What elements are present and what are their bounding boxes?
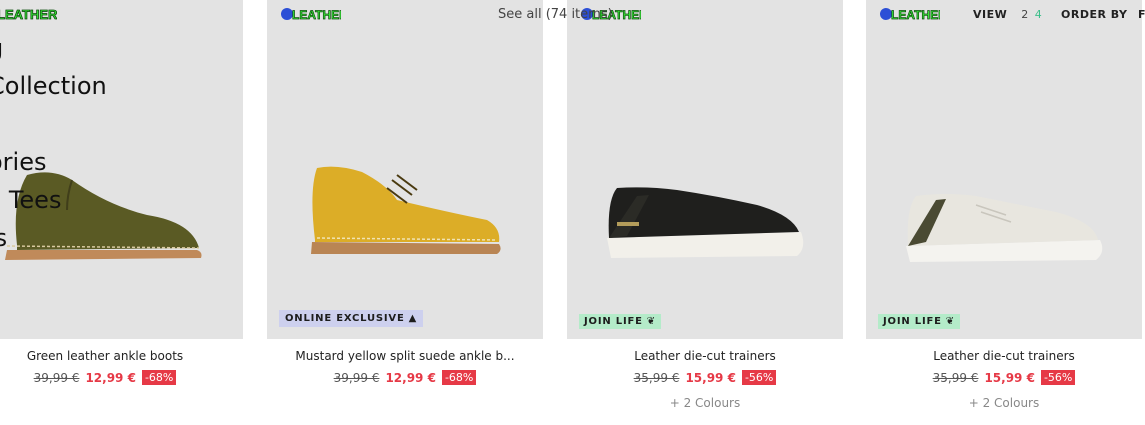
price-row: 39,99 € 12,99 € -68%: [0, 370, 243, 385]
product-title[interactable]: Leather die-cut trainers: [866, 349, 1142, 363]
product-image[interactable]: LEATHER ONLINE EXCLUSIVE ▲: [267, 0, 543, 339]
original-price: 35,99 €: [633, 370, 680, 385]
leaf-icon: ❦: [945, 316, 955, 327]
colour-options-link[interactable]: + 2 Colours: [866, 396, 1142, 410]
filter-button[interactable]: F: [1138, 8, 1145, 21]
join-life-badge: JOIN LIFE ❦: [579, 314, 661, 329]
product-card[interactable]: LEATHER JOIN LIFE ❦ Leather die-cut trai…: [567, 0, 843, 425]
product-title[interactable]: Mustard yellow split suede ankle b...: [267, 349, 543, 363]
product-image[interactable]: LEATHER JOIN LIFE ❦: [866, 0, 1142, 339]
cursor-icon: ▲: [408, 313, 418, 324]
view-label: VIEW: [973, 8, 1008, 21]
order-by-button[interactable]: ORDER BY: [1061, 8, 1128, 21]
view-toggle: VIEW 2 4: [973, 8, 1042, 21]
view-option-4[interactable]: 4: [1035, 8, 1043, 21]
discount-badge: -56%: [1040, 370, 1076, 385]
price-row: 35,99 € 15,99 € -56%: [866, 370, 1142, 385]
sale-price: 12,99 €: [85, 370, 136, 385]
menu-item[interactable]: ls: [0, 219, 107, 257]
product-title[interactable]: Green leather ankle boots: [0, 349, 243, 363]
trainer-image: [607, 187, 804, 258]
menu-item[interactable]: Collection: [0, 67, 107, 105]
menu-item[interactable]: [0, 105, 107, 143]
discount-badge: -68%: [441, 370, 477, 385]
trainer-image: [906, 194, 1103, 262]
see-all-link[interactable]: See all (74 items): [498, 7, 613, 22]
sale-price: 15,99 €: [984, 370, 1035, 385]
price-row: 39,99 € 12,99 € -68%: [267, 370, 543, 385]
view-option-2[interactable]: 2: [1021, 8, 1029, 21]
original-price: 39,99 €: [33, 370, 80, 385]
product-card[interactable]: LEATHER ONLINE EXCLUSIVE ▲ Mustard yello…: [267, 0, 543, 425]
menu-item[interactable]: g: [0, 29, 107, 67]
discount-badge: -56%: [741, 370, 777, 385]
product-card[interactable]: LEATHER JOIN LIFE ❦ Leather die-cut trai…: [866, 0, 1142, 425]
menu-item[interactable]: ories: [0, 143, 107, 181]
online-exclusive-badge: ONLINE EXCLUSIVE ▲: [279, 310, 424, 327]
original-price: 39,99 €: [333, 370, 380, 385]
discount-badge: -68%: [141, 370, 177, 385]
colour-options-link[interactable]: + 2 Colours: [567, 396, 843, 410]
original-price: 35,99 €: [932, 370, 979, 385]
category-menu: g Collection ories c Tees ls: [0, 29, 107, 257]
boot-image: [311, 166, 501, 254]
join-life-badge: JOIN LIFE ❦: [878, 314, 960, 329]
product-image[interactable]: LEATHER JOIN LIFE ❦: [567, 0, 843, 339]
menu-item[interactable]: c Tees: [0, 181, 107, 219]
leaf-icon: ❦: [646, 316, 656, 327]
price-row: 35,99 € 15,99 € -56%: [567, 370, 843, 385]
sale-price: 15,99 €: [685, 370, 736, 385]
sale-price: 12,99 €: [385, 370, 436, 385]
product-title[interactable]: Leather die-cut trainers: [567, 349, 843, 363]
